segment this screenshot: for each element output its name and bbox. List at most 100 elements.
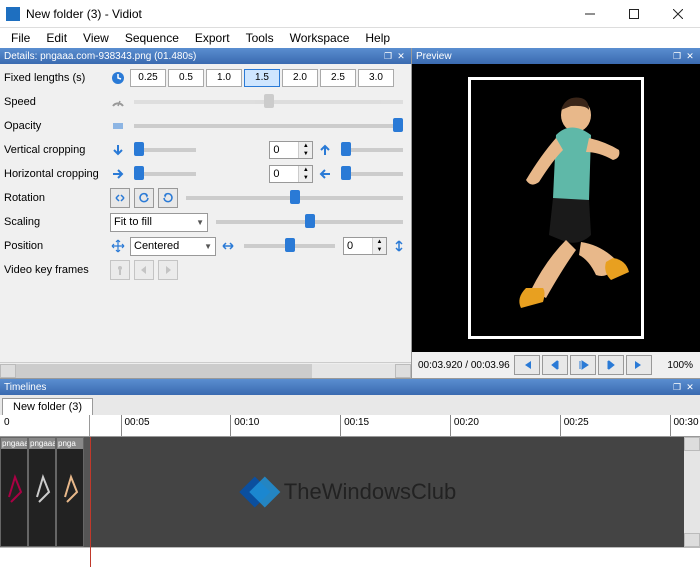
tick: 00:10 (230, 415, 259, 436)
menu-sequence[interactable]: Sequence (118, 29, 186, 47)
audio-track[interactable] (0, 547, 700, 567)
watermark: TheWindowsClub (244, 475, 456, 509)
preview-zoom[interactable]: 100% (664, 360, 696, 371)
goto-end-button[interactable] (626, 355, 652, 375)
scaling-label: Scaling (4, 216, 106, 228)
details-panel: Details: pngaaa.com-938343.png (01.480s)… (0, 48, 412, 378)
clock-icon (110, 70, 126, 86)
clip[interactable]: pngaaa (28, 437, 56, 547)
length-option[interactable]: 0.5 (168, 69, 204, 87)
vcrop-label: Vertical cropping (4, 144, 106, 156)
length-option[interactable]: 1.0 (206, 69, 242, 87)
watermark-text: TheWindowsClub (284, 479, 456, 505)
arrows-h-icon[interactable] (220, 238, 236, 254)
app-icon (6, 7, 20, 21)
opacity-icon (110, 118, 126, 134)
rotate-reset-button[interactable] (110, 188, 130, 208)
position-x-slider[interactable] (244, 244, 335, 248)
maximize-button[interactable] (612, 0, 656, 28)
length-option[interactable]: 3.0 (358, 69, 394, 87)
panel-close-icon[interactable]: ✕ (684, 50, 696, 62)
timelines-header: Timelines (4, 382, 46, 393)
preview-panel: Preview ❐ ✕ (412, 48, 700, 378)
rotation-label: Rotation (4, 192, 106, 204)
clip[interactable]: pngaaa (0, 437, 28, 547)
position-value: Centered (134, 240, 179, 252)
hcrop-spinner[interactable]: ▲▼ (269, 165, 313, 183)
keyframe-prev-button[interactable] (134, 260, 154, 280)
vcrop-value[interactable] (270, 142, 298, 158)
arrows-v-icon[interactable] (391, 238, 407, 254)
scaling-slider[interactable] (216, 220, 403, 224)
panel-restore-icon[interactable]: ❐ (671, 50, 683, 62)
position-combo[interactable]: Centered▼ (130, 237, 216, 256)
arrow-up-icon[interactable] (317, 142, 333, 158)
vcrop-bottom-slider[interactable] (341, 148, 403, 152)
menu-workspace[interactable]: Workspace (283, 29, 357, 47)
opacity-slider[interactable] (134, 124, 403, 128)
menu-view[interactable]: View (76, 29, 116, 47)
close-button[interactable] (656, 0, 700, 28)
arrow-left-icon[interactable] (317, 166, 333, 182)
vcrop-top-slider[interactable] (134, 148, 196, 152)
clip[interactable]: pnga (56, 437, 84, 547)
ruler-zero: 0 (4, 417, 10, 428)
hcrop-right-slider[interactable] (341, 172, 403, 176)
timeline-vscroll[interactable] (684, 437, 700, 547)
step-fwd-button[interactable] (598, 355, 624, 375)
keyframe-add-button[interactable] (110, 260, 130, 280)
length-option-selected[interactable]: 1.5 (244, 69, 280, 87)
fixed-lengths-options: 0.25 0.5 1.0 1.5 2.0 2.5 3.0 (130, 69, 394, 87)
panel-restore-icon[interactable]: ❐ (382, 50, 394, 62)
fixed-lengths-label: Fixed lengths (s) (4, 72, 106, 84)
menu-file[interactable]: File (4, 29, 37, 47)
scaling-combo[interactable]: Fit to fill▼ (110, 213, 208, 232)
panel-close-icon[interactable]: ✕ (684, 381, 696, 393)
move-icon[interactable] (110, 238, 126, 254)
speed-slider[interactable] (134, 100, 403, 104)
length-option[interactable]: 0.25 (130, 69, 166, 87)
length-option[interactable]: 2.0 (282, 69, 318, 87)
vcrop-spinner[interactable]: ▲▼ (269, 141, 313, 159)
step-back-button[interactable] (542, 355, 568, 375)
position-y-value[interactable] (344, 238, 372, 254)
menu-tools[interactable]: Tools (239, 29, 281, 47)
tick: 00:25 (560, 415, 589, 436)
rotation-slider[interactable] (186, 196, 403, 200)
menu-help[interactable]: Help (358, 29, 397, 47)
scroll-left-button[interactable] (0, 364, 16, 378)
menu-bar: File Edit View Sequence Export Tools Wor… (0, 28, 700, 48)
scroll-right-button[interactable] (395, 364, 411, 378)
minimize-button[interactable] (568, 0, 612, 28)
tick: 00:20 (450, 415, 479, 436)
hcrop-value[interactable] (270, 166, 298, 182)
arrow-right-icon[interactable] (110, 166, 126, 182)
gauge-icon (110, 94, 126, 110)
position-label: Position (4, 240, 106, 252)
keyframe-next-button[interactable] (158, 260, 178, 280)
position-y-spinner[interactable]: ▲▼ (343, 237, 387, 255)
timeline-ruler[interactable]: 0 00:05 00:10 00:15 00:20 00:25 00:30 (0, 415, 700, 437)
timeline-tracks[interactable]: pngaaa pngaaa pnga TheWindowsClub (0, 437, 700, 547)
keyframes-label: Video key frames (4, 264, 106, 276)
panel-restore-icon[interactable]: ❐ (671, 381, 683, 393)
hcrop-left-slider[interactable] (134, 172, 196, 176)
length-option[interactable]: 2.5 (320, 69, 356, 87)
preview-viewport (412, 64, 700, 352)
details-hscroll[interactable] (0, 362, 411, 378)
playhead[interactable] (90, 437, 91, 567)
menu-edit[interactable]: Edit (39, 29, 74, 47)
play-button[interactable] (570, 355, 596, 375)
goto-start-button[interactable] (514, 355, 540, 375)
arrow-down-icon[interactable] (110, 142, 126, 158)
panel-close-icon[interactable]: ✕ (395, 50, 407, 62)
window-title: New folder (3) - Vidiot (26, 7, 568, 21)
details-header: Details: pngaaa.com-938343.png (01.480s) (4, 51, 196, 62)
rotate-cw-button[interactable] (158, 188, 178, 208)
timeline-tab[interactable]: New folder (3) (2, 398, 93, 415)
rotate-ccw-button[interactable] (134, 188, 154, 208)
preview-header: Preview (416, 51, 452, 62)
runner-image (471, 80, 641, 336)
menu-export[interactable]: Export (188, 29, 237, 47)
hcrop-label: Horizontal cropping (4, 168, 106, 180)
